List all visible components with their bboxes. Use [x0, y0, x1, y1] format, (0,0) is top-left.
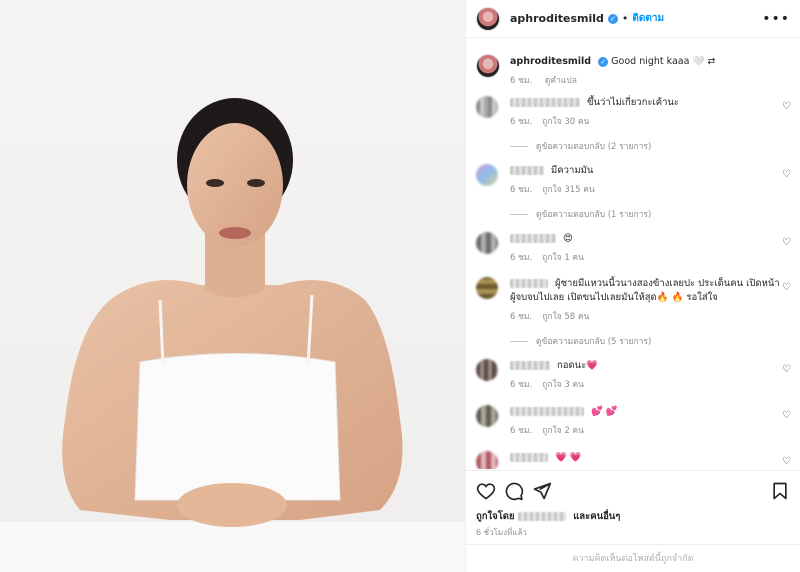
comment-icon[interactable] — [504, 481, 524, 501]
more-options-icon[interactable]: ••• — [762, 11, 790, 27]
commenter-avatar[interactable] — [476, 96, 498, 118]
liked-by-prefix: ถูกใจโดย — [476, 511, 515, 522]
blurred-username[interactable] — [510, 234, 556, 243]
instagram-post-view: aphroditesmild ✓ • ติดตาม ••• aphrodites… — [0, 0, 800, 572]
liked-by-line: ถูกใจโดย และคนอื่นๆ — [466, 501, 800, 524]
comments-limited-notice: ความคิดเห็นต่อโพสต์นี้ถูกจำกัด — [466, 544, 800, 572]
blurred-username[interactable] — [510, 407, 584, 416]
post-actions: ถูกใจโดย และคนอื่นๆ 6 ชั่วโมงที่แล้ว ควา… — [466, 470, 800, 572]
heart-icon[interactable]: ♡ — [782, 102, 792, 112]
blurred-username[interactable] — [510, 361, 550, 370]
verified-icon: ✓ — [607, 13, 618, 24]
comment-text: ผู้ชายมีแหวนนี้วนางสองข้างเลยปะ ประเด็นค… — [510, 278, 780, 303]
blurred-username[interactable] — [510, 98, 580, 107]
liked-by-suffix[interactable]: และคนอื่นๆ — [573, 511, 620, 522]
heart-icon[interactable]: ♡ — [782, 457, 792, 467]
comment-time: 6 ชม. — [510, 312, 533, 322]
heart-icon[interactable]: ♡ — [782, 365, 792, 375]
comment-text: 💕 💕 — [591, 406, 618, 417]
comment-text: กอดนะ💗 — [557, 360, 599, 371]
comment-time: 6 ชม. — [510, 426, 533, 436]
commenter-avatar[interactable] — [476, 277, 498, 299]
post-photo[interactable] — [0, 0, 465, 572]
post-header: aphroditesmild ✓ • ติดตาม ••• — [466, 0, 800, 38]
comment-time: 6 ชม. — [510, 380, 533, 390]
comment-text: ขึ้นว่าไม่เกี่ยวกะเค้านะ — [587, 97, 680, 108]
commenter-avatar[interactable] — [476, 405, 498, 427]
view-replies-link[interactable]: ดูข้อความตอบกลับ (5 รายการ) — [510, 334, 651, 348]
blurred-username[interactable] — [510, 166, 544, 175]
translate-link[interactable]: ดูคำแปล — [545, 76, 577, 86]
verified-icon: ✓ — [598, 56, 609, 67]
comment-text: มีความมัน — [551, 165, 594, 176]
heart-icon[interactable] — [476, 481, 496, 501]
comment-likes[interactable]: ถูกใจ 3 คน — [542, 380, 584, 390]
comment-time: 6 ชม. — [510, 117, 533, 127]
comment-text: 😍 — [563, 233, 573, 244]
comment-likes[interactable]: ถูกใจ 315 คน — [542, 185, 595, 195]
separator-dot: • — [621, 12, 629, 25]
comment-likes[interactable]: ถูกใจ 1 คน — [542, 253, 584, 263]
post-timestamp: 6 ชั่วโมงที่แล้ว — [476, 528, 527, 537]
comment-time: 6 ชม. — [510, 185, 533, 195]
comment-likes[interactable]: ถูกใจ 2 คน — [542, 426, 584, 436]
commenter-avatar[interactable] — [476, 359, 498, 381]
caption-avatar[interactable] — [476, 54, 500, 78]
blurred-username[interactable] — [510, 453, 548, 462]
caption-username[interactable]: aphroditesmild — [510, 56, 591, 67]
follow-button[interactable]: ติดตาม — [632, 11, 664, 26]
heart-icon[interactable]: ♡ — [782, 170, 792, 180]
view-replies-link[interactable]: ดูข้อความตอบกลับ (2 รายการ) — [510, 139, 651, 153]
caption-text: Good night kaaa 🤍 ⇄ — [611, 56, 716, 67]
blurred-username[interactable] — [510, 279, 548, 288]
author-avatar[interactable] — [476, 6, 500, 31]
author-username[interactable]: aphroditesmild — [510, 12, 604, 25]
commenter-avatar[interactable] — [476, 451, 498, 469]
view-replies-link[interactable]: ดูข้อความตอบกลับ (1 รายการ) — [510, 207, 651, 221]
portrait-image — [0, 0, 465, 572]
commenter-avatar[interactable] — [476, 164, 498, 186]
share-icon[interactable] — [532, 481, 552, 501]
bookmark-icon[interactable] — [770, 481, 790, 501]
commenter-avatar[interactable] — [476, 232, 498, 254]
comment-text: 💗 💗 — [555, 452, 582, 463]
comment-likes[interactable]: ถูกใจ 58 คน — [542, 312, 589, 322]
blurred-username[interactable] — [517, 512, 566, 521]
caption-time: 6 ชม. — [510, 76, 533, 86]
post-side-panel: aphroditesmild ✓ • ติดตาม ••• aphrodites… — [465, 0, 800, 572]
comment-likes[interactable]: ถูกใจ 30 คน — [542, 117, 589, 127]
comment-time: 6 ชม. — [510, 253, 533, 263]
heart-icon[interactable]: ♡ — [782, 238, 792, 248]
heart-icon[interactable]: ♡ — [782, 283, 792, 293]
comments-list[interactable]: aphroditesmild ✓ Good night kaaa 🤍 ⇄ 6 ช… — [466, 39, 800, 469]
heart-icon[interactable]: ♡ — [782, 411, 792, 421]
